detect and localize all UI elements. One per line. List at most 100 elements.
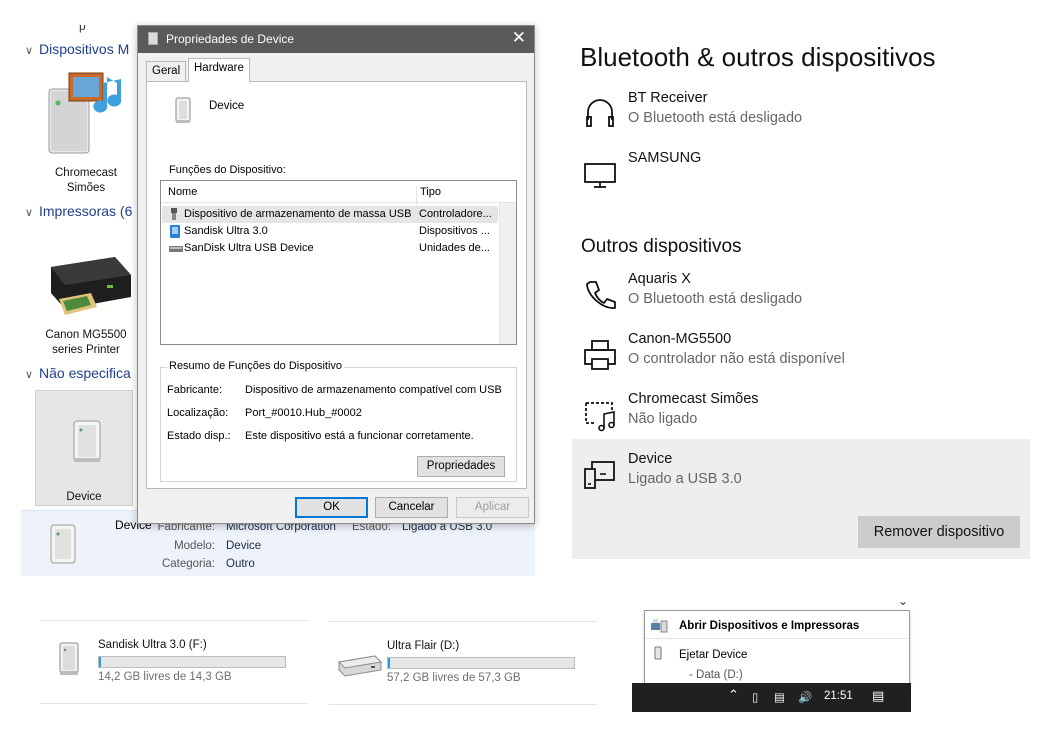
tab-hardware[interactable]: Hardware xyxy=(188,58,250,82)
group-header-printers[interactable]: ∨ Impressoras (6 xyxy=(25,203,132,219)
media-device-icon xyxy=(585,402,615,432)
drive-free-space: 57,2 GB livres de 57,3 GB xyxy=(387,672,521,684)
group-label: Não especifica xyxy=(39,365,131,381)
section-title-other-devices: Outros dispositivos xyxy=(581,236,742,257)
apply-button[interactable]: Aplicar xyxy=(456,497,529,518)
device-item-bt-receiver[interactable]: BT Receiver O Bluetooth está desligado xyxy=(572,90,1030,150)
dialog-title: Propriedades de Device xyxy=(166,32,295,46)
cancel-button[interactable]: Cancelar xyxy=(375,497,448,518)
chevron-up-icon[interactable]: ⌃ xyxy=(728,687,739,703)
summary-value-location: Port_#0010.Hub_#0002 xyxy=(245,407,362,419)
function-summary-group: Resumo de Funções do Dispositivo Fabrica… xyxy=(160,360,517,482)
ok-button[interactable]: OK xyxy=(295,497,368,518)
open-devices-printers-item[interactable]: Abrir Dispositivos e Impressoras xyxy=(645,611,909,639)
printer-icon xyxy=(584,340,616,370)
remove-device-button[interactable]: Remover dispositivo xyxy=(858,516,1020,548)
device-name: Device xyxy=(209,100,245,112)
eject-device-item[interactable]: Ejetar Device xyxy=(645,643,909,665)
list-item[interactable]: Dispositivo de armazenamento de massa US… xyxy=(162,206,498,223)
device-name: SAMSUNG xyxy=(628,150,702,166)
devices-printers-icon xyxy=(651,619,668,633)
drive-usage-fill xyxy=(99,657,101,667)
list-scrollbar[interactable] xyxy=(499,203,516,344)
device-status: Não ligado xyxy=(628,411,698,427)
column-separator[interactable] xyxy=(416,186,417,208)
printer-icon xyxy=(51,257,131,315)
drive-ultra-flair-d[interactable]: Ultra Flair (D:) 57,2 GB livres de 57,3 … xyxy=(329,621,597,705)
usb-drive-icon xyxy=(654,646,662,660)
hardware-tab-page: Device Funções do Dispositivo: Nome Tipo… xyxy=(146,81,527,489)
device-tile-canon-printer[interactable]: Canon MG5500 series Printer xyxy=(37,235,135,358)
device-item-canon-mg5500[interactable]: Canon-MG5500 O controlador não está disp… xyxy=(572,331,1030,391)
usb-tray-icon[interactable]: ▯ xyxy=(752,690,758,704)
column-header-name[interactable]: Nome xyxy=(168,186,197,198)
device-name: Canon-MG5500 xyxy=(628,331,732,347)
generic-device-icon xyxy=(584,461,615,489)
notification-icon[interactable]: ▤ xyxy=(872,688,884,704)
list-item-type: Unidades de... xyxy=(419,242,490,254)
generic-device-icon xyxy=(73,420,101,462)
drive-sublabel: - Data (D:) xyxy=(689,669,743,681)
summary-key-manufacturer: Fabricante: xyxy=(167,384,223,396)
device-name: Device xyxy=(628,451,673,467)
group-header-unspecified[interactable]: ∨ Não especifica xyxy=(25,365,131,381)
list-item[interactable]: Sandisk Ultra 3.0 Dispositivos ... xyxy=(162,223,498,240)
network-icon[interactable]: ▤ xyxy=(774,690,785,704)
settings-bluetooth-panel: Bluetooth & outros dispositivos BT Recei… xyxy=(572,25,1042,565)
properties-dialog: Propriedades de Device ✕ Geral Hardware … xyxy=(137,25,535,524)
device-status: Ligado a USB 3.0 xyxy=(628,471,742,487)
tile-label: Simões xyxy=(66,182,106,194)
device-item-samsung[interactable]: SAMSUNG xyxy=(572,150,1030,210)
taskbar: ⌃ ▯ ▤ 🔊 21:51 ▤ xyxy=(632,683,911,712)
phone-icon xyxy=(586,281,616,309)
list-header: Nome Tipo xyxy=(161,181,516,208)
details-value-category: Outro xyxy=(226,558,255,570)
summary-value-manufacturer: Dispositivo de armazenamento compatível … xyxy=(245,384,502,396)
group-label: Impressoras (6 xyxy=(39,203,133,219)
usb-eject-popup: Abrir Dispositivos e Impressoras Ejetar … xyxy=(644,610,910,690)
removable-drive-icon xyxy=(59,642,79,675)
list-item-type: Controladore... xyxy=(419,208,492,220)
tab-geral[interactable]: Geral xyxy=(146,61,187,82)
device-item-aquaris-x[interactable]: Aquaris X O Bluetooth está desligado xyxy=(572,271,1030,331)
device-name: Chromecast Simões xyxy=(628,391,759,407)
chevron-down-icon[interactable]: ⌄ xyxy=(898,594,908,608)
device-tile-device[interactable]: Device xyxy=(35,390,133,506)
device-functions-list[interactable]: Nome Tipo Dispositivo de armazenamento d… xyxy=(160,180,517,345)
drive-usage-bar xyxy=(98,656,286,668)
clock-time[interactable]: 21:51 xyxy=(824,690,853,702)
column-header-type[interactable]: Tipo xyxy=(420,186,441,198)
disk-drive-icon xyxy=(169,246,183,252)
properties-button[interactable]: Propriedades xyxy=(417,456,505,477)
chevron-down-icon: ∨ xyxy=(25,45,34,57)
open-devices-label: Abrir Dispositivos e Impressoras xyxy=(679,620,860,632)
tile-label-partial: p xyxy=(79,25,86,33)
list-item[interactable]: SanDisk Ultra USB Device Unidades de... xyxy=(162,240,498,257)
device-name: Aquaris X xyxy=(628,271,691,287)
functions-label: Funções do Dispositivo: xyxy=(169,164,286,176)
device-name: BT Receiver xyxy=(628,90,708,106)
device-tile-chromecast[interactable]: Chromecast Simões xyxy=(37,69,135,196)
summary-key-status: Estado disp.: xyxy=(167,430,231,442)
drive-name: Sandisk Ultra 3.0 (F:) xyxy=(98,639,207,651)
tile-label: Canon MG5500 xyxy=(45,329,127,341)
drive-name: Ultra Flair (D:) xyxy=(387,640,460,652)
close-icon[interactable]: ✕ xyxy=(512,28,526,48)
generic-device-icon xyxy=(50,524,76,564)
eject-subitem[interactable]: - Data (D:) xyxy=(645,665,909,685)
headphones-icon xyxy=(586,99,614,127)
tile-label: series Printer xyxy=(52,344,120,356)
volume-icon[interactable]: 🔊 xyxy=(798,690,812,704)
summary-value-status: Este dispositivo está a funcionar corret… xyxy=(245,430,474,442)
group-header-multimedia[interactable]: ∨ Dispositivos M xyxy=(25,41,129,57)
drive-sandisk-f[interactable]: Sandisk Ultra 3.0 (F:) 14,2 GB livres de… xyxy=(40,620,308,704)
group-label: Dispositivos M xyxy=(39,41,130,57)
portable-device-icon xyxy=(170,225,180,238)
device-status: O Bluetooth está desligado xyxy=(628,110,803,126)
tile-label: Device xyxy=(66,491,102,503)
chevron-down-icon: ∨ xyxy=(25,207,34,219)
dialog-titlebar[interactable]: Propriedades de Device ✕ xyxy=(138,26,534,53)
monitor-icon xyxy=(584,163,616,188)
list-item-name: Sandisk Ultra 3.0 xyxy=(184,225,268,237)
device-status: O controlador não está disponível xyxy=(628,351,845,367)
